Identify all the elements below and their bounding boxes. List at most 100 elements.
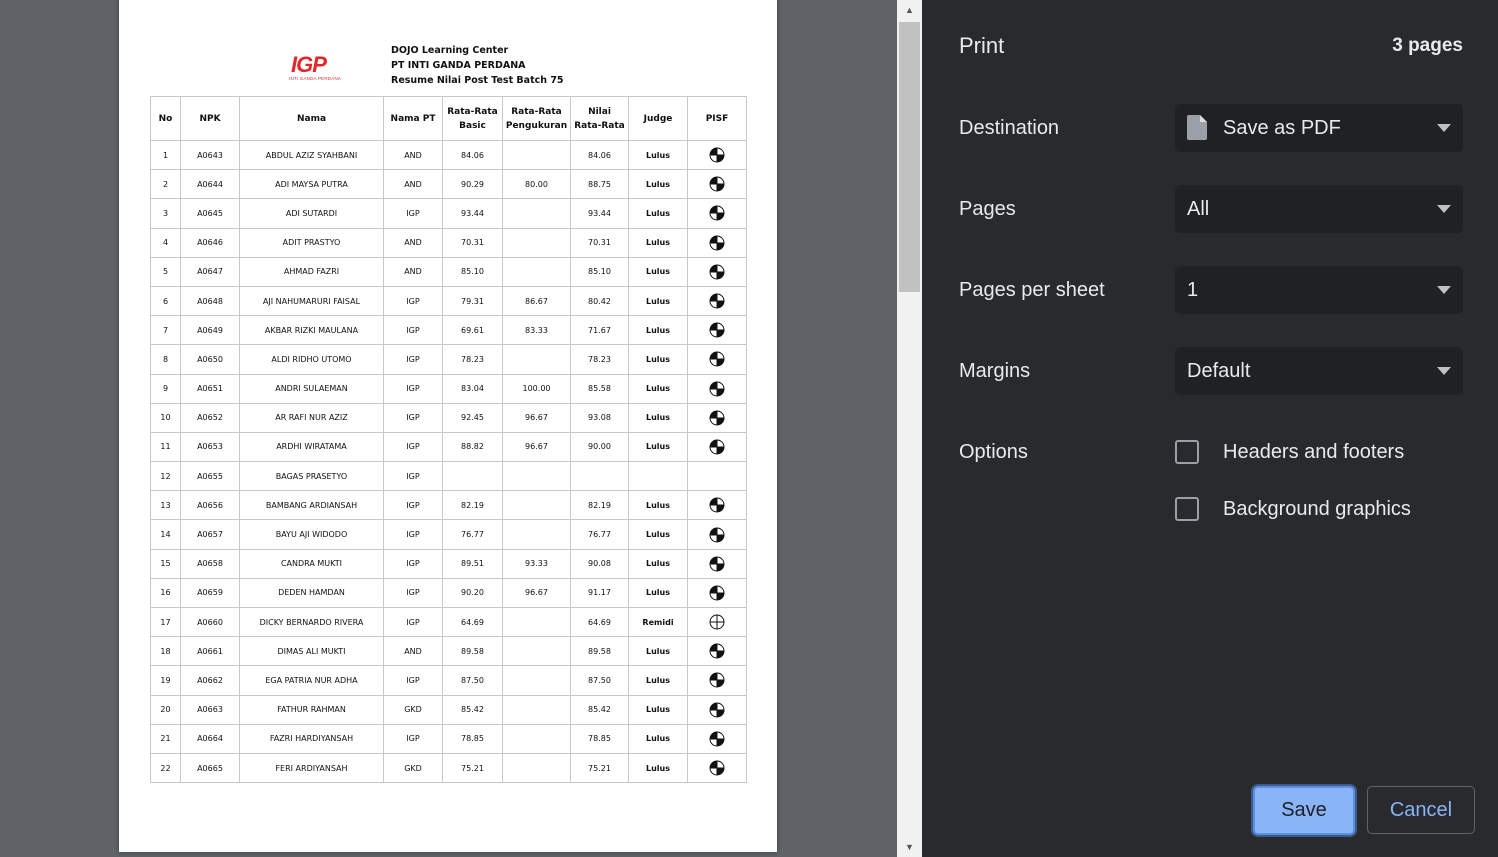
document-header: IGP INTI GANDA PERDANA DOJO Learning Cen… (119, 0, 777, 90)
cell-rata-pengukuran (502, 490, 571, 521)
cell-npk: A0647 (180, 256, 240, 287)
cell-nilai-rata: 93.44 (570, 198, 629, 229)
page-count: 3 pages (1392, 35, 1463, 56)
chevron-down-icon (1437, 124, 1451, 132)
cell-nama-pt: GKD (383, 694, 443, 725)
cell-no: 8 (150, 344, 181, 375)
table-row: 20 A0663 FATHUR RAHMAN GKD 85.42 85.42 Lulus (150, 694, 747, 725)
cell-pisf (687, 431, 747, 463)
cell-npk: A0650 (180, 344, 240, 375)
cell-npk: A0653 (180, 431, 240, 463)
scroll-down-arrow-icon[interactable]: ▼ (897, 837, 922, 857)
cell-no: 4 (150, 227, 181, 258)
cell-nilai-rata: 85.42 (570, 694, 629, 725)
cell-rata-basic: 78.85 (442, 723, 503, 754)
cell-npk: A0648 (180, 285, 240, 317)
print-preview-area: IGP INTI GANDA PERDANA DOJO Learning Cen… (0, 0, 897, 857)
headers-footers-checkbox[interactable] (1175, 440, 1199, 464)
cell-no: 7 (150, 315, 181, 346)
background-graphics-checkbox[interactable] (1175, 497, 1199, 521)
pisf-quarter-circle-icon (709, 643, 725, 659)
table-row: 5 A0647 AHMAD FAZRI AND 85.10 85.10 Lulus (150, 256, 747, 287)
margins-select[interactable]: Default (1175, 347, 1463, 395)
col-rata-basic: Rata-Rata Basic (442, 96, 503, 141)
pages-per-sheet-select[interactable]: 1 (1175, 266, 1463, 314)
pages-per-sheet-label: Pages per sheet (959, 279, 1105, 301)
cell-nilai-rata: 93.08 (570, 402, 629, 433)
options-label: Options (959, 441, 1028, 463)
cell-npk: A0646 (180, 227, 240, 258)
cell-nama: ARDHI WIRATAMA (239, 431, 384, 463)
destination-label: Destination (959, 117, 1060, 139)
pisf-quarter-circle-icon (709, 322, 725, 338)
cancel-button[interactable]: Cancel (1367, 786, 1475, 834)
cell-nama: DICKY BERNARDO RIVERA (239, 606, 384, 638)
pages-label: Pages (959, 198, 1016, 220)
table-row: 18 A0661 DIMAS ALI MUKTI AND 89.58 89.58 Lulus (150, 636, 747, 667)
headers-footers-option[interactable]: Headers and footers (1175, 439, 1465, 465)
destination-select[interactable]: Save as PDF (1175, 104, 1463, 152)
preview-scrollbar[interactable]: ▲ ▼ (897, 0, 922, 857)
cell-npk: A0655 (180, 461, 240, 492)
cell-rata-pengukuran (502, 752, 571, 784)
cell-nama: AHMAD FAZRI (239, 256, 384, 287)
cell-judge: Lulus (628, 169, 688, 200)
pages-per-sheet-value: 1 (1187, 279, 1199, 301)
cell-pisf (687, 402, 747, 433)
save-button[interactable]: Save (1253, 786, 1355, 835)
cell-rata-pengukuran: 100.00 (502, 373, 571, 404)
document-title-block: DOJO Learning Center PT INTI GANDA PERDA… (391, 43, 564, 88)
cell-nama: BAGAS PRASETYO (239, 461, 384, 492)
cell-npk: A0658 (180, 548, 240, 579)
cell-nilai-rata: 71.67 (570, 315, 629, 346)
pisf-quarter-circle-icon (709, 556, 725, 572)
cell-nama: FERI ARDIYANSAH (239, 752, 384, 784)
col-npk: NPK (180, 96, 240, 141)
cell-nilai-rata: 82.19 (570, 490, 629, 521)
pisf-quarter-circle-icon (709, 614, 725, 630)
col-rata-pengukuran: Rata-Rata Pengukuran (502, 96, 571, 141)
table-row: 8 A0650 ALDI RIDHO UTOMO IGP 78.23 78.23 Lulus (150, 344, 747, 375)
cell-npk: A0657 (180, 519, 240, 550)
table-row: 2 A0644 ADI MAYSA PUTRA AND 90.29 80.00 88.75 L… (150, 169, 747, 200)
cell-no: 1 (150, 139, 181, 171)
cell-judge: Lulus (628, 723, 688, 754)
cell-pisf (687, 227, 747, 258)
scroll-thumb[interactable] (899, 22, 920, 292)
background-graphics-option[interactable]: Background graphics (1175, 496, 1465, 522)
cell-nama: ADI MAYSA PUTRA (239, 169, 384, 200)
cell-pisf (687, 665, 747, 696)
cell-rata-pengukuran (502, 636, 571, 667)
cell-judge: Lulus (628, 548, 688, 579)
cell-rata-pengukuran (502, 227, 571, 258)
cell-nama: ABDUL AZIZ SYAHBANI (239, 139, 384, 171)
background-graphics-label: Background graphics (1223, 498, 1411, 520)
cell-npk: A0659 (180, 577, 240, 609)
table-row: 10 A0652 AR RAFI NUR AZIZ IGP 92.45 96.67 93.0… (150, 402, 747, 433)
cell-rata-basic: 83.04 (442, 373, 503, 404)
cell-no: 14 (150, 519, 181, 550)
pisf-quarter-circle-icon (709, 147, 725, 163)
table-row: 15 A0658 CANDRA MUKTI IGP 89.51 93.33 90.08 Lul… (150, 548, 747, 579)
cell-nama: DIMAS ALI MUKTI (239, 636, 384, 667)
cell-pisf (687, 752, 747, 784)
cell-no: 9 (150, 373, 181, 404)
scroll-up-arrow-icon[interactable]: ▲ (897, 0, 922, 20)
cell-rata-basic: 69.61 (442, 315, 503, 346)
cell-nama-pt: AND (383, 636, 443, 667)
cell-no: 15 (150, 548, 181, 579)
pages-select[interactable]: All (1175, 185, 1463, 233)
cell-pisf (687, 169, 747, 200)
cell-rata-basic: 89.51 (442, 548, 503, 579)
cell-npk: A0661 (180, 636, 240, 667)
cell-nama: BAMBANG ARDIANSAH (239, 490, 384, 521)
cell-pisf (687, 723, 747, 754)
preview-page: IGP INTI GANDA PERDANA DOJO Learning Cen… (119, 0, 777, 852)
destination-value: Save as PDF (1223, 117, 1341, 139)
cell-no: 20 (150, 694, 181, 725)
cell-pisf (687, 519, 747, 550)
cell-nama-pt: IGP (383, 723, 443, 754)
cell-no: 13 (150, 490, 181, 521)
cell-rata-basic: 82.19 (442, 490, 503, 521)
cell-nama-pt: AND (383, 227, 443, 258)
